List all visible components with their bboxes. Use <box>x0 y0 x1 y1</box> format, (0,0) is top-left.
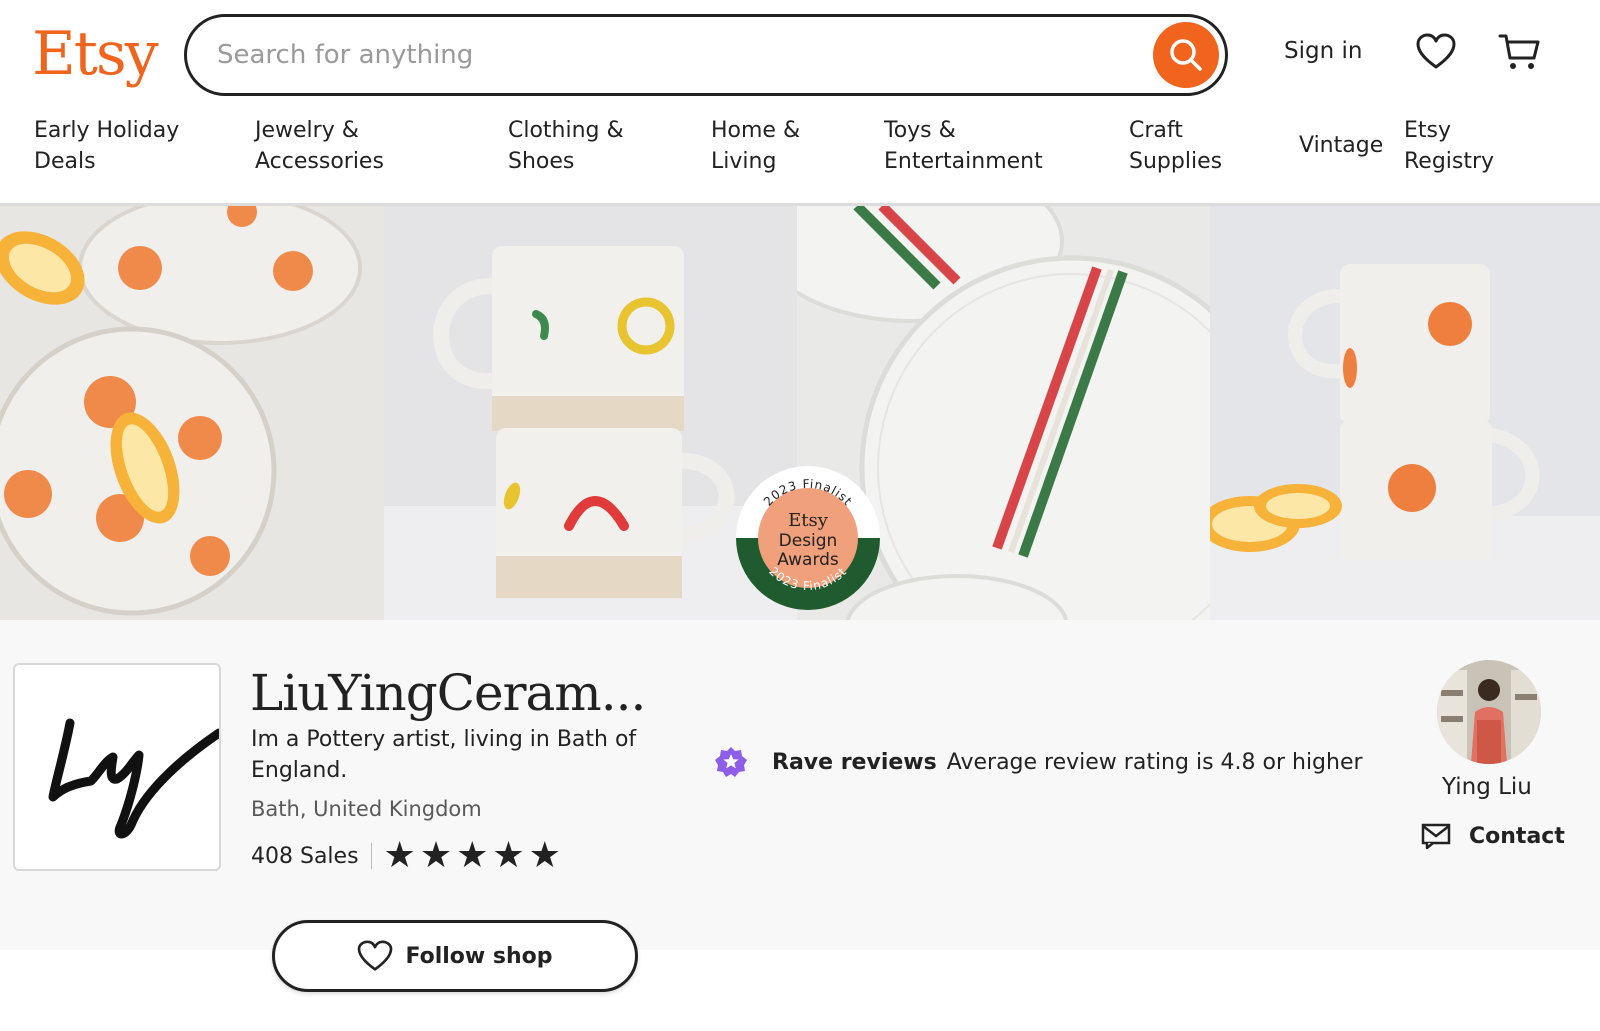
nav-label-line: Early Holiday <box>34 118 180 143</box>
banner-image-orange-mugs <box>1210 206 1600 620</box>
star-icon: ★ <box>456 835 489 876</box>
nav-label-line: Toys & <box>884 118 956 143</box>
follow-shop-label: Follow shop <box>405 943 553 969</box>
shop-logo <box>13 663 224 871</box>
nav-early-holiday-deals[interactable]: Early Holiday Deals <box>34 115 179 177</box>
nav-label-line: Accessories <box>255 149 384 174</box>
cart-icon[interactable] <box>1498 32 1542 72</box>
nav-toys-entertainment[interactable]: Toys & Entertainment <box>884 115 1043 177</box>
search-bar <box>184 14 1228 96</box>
shop-info-section: LiuYingCeram... Im a Pottery artist, liv… <box>0 620 1600 992</box>
nav-label-line: Supplies <box>1129 149 1223 174</box>
nav-label-line: Vintage <box>1299 133 1384 158</box>
heart-icon <box>358 940 393 971</box>
nav-label-line: Living <box>711 149 777 174</box>
sales-count: 408 Sales <box>251 843 359 869</box>
site-header: Etsy Sign in Early Holiday Deals Jewelry… <box>0 0 1600 206</box>
sales-rating-row: 408 Sales ★ ★ ★ ★ ★ <box>251 838 561 874</box>
sign-in-link[interactable]: Sign in <box>1284 38 1362 64</box>
nav-label-line: Jewelry & <box>255 118 359 143</box>
mail-icon <box>1421 823 1451 849</box>
nav-label-line: Entertainment <box>884 149 1043 174</box>
category-nav: Early Holiday Deals Jewelry & Accessorie… <box>0 115 1600 195</box>
search-icon <box>1170 39 1202 71</box>
rave-reviews-badge: Rave reviews Average review rating is 4.… <box>714 744 1363 780</box>
nav-vintage[interactable]: Vintage <box>1299 130 1383 161</box>
search-button[interactable] <box>1153 22 1219 88</box>
rating-stars[interactable]: ★ ★ ★ ★ ★ <box>384 838 561 874</box>
nav-jewelry-accessories[interactable]: Jewelry & Accessories <box>255 115 384 177</box>
rave-reviews-title: Rave reviews <box>772 749 937 775</box>
star-icon: ★ <box>492 835 525 876</box>
search-input[interactable] <box>217 17 1117 93</box>
banner-image-plates-oranges <box>0 206 384 620</box>
contact-label: Contact <box>1469 823 1565 849</box>
shop-signature-logo <box>48 718 224 839</box>
design-awards-badge: 2023 Finalist 2023 Finalist Etsy Design … <box>736 466 880 610</box>
nav-craft-supplies[interactable]: Craft Supplies <box>1129 115 1222 177</box>
owner-photo <box>1437 660 1541 764</box>
star-icon: ★ <box>528 835 561 876</box>
favorites-heart-icon[interactable] <box>1416 32 1456 72</box>
divider <box>370 843 372 869</box>
badge-line-3: Awards <box>777 550 839 570</box>
badge-line-1: Etsy <box>788 510 829 531</box>
contact-button[interactable]: Contact <box>1421 823 1565 849</box>
owner-avatar[interactable] <box>1437 660 1541 764</box>
nav-label-line: Registry <box>1404 149 1495 174</box>
nav-home-living[interactable]: Home & Living <box>711 115 800 177</box>
nav-label-line: Etsy <box>1404 118 1452 143</box>
nav-clothing-shoes[interactable]: Clothing & Shoes <box>508 115 624 177</box>
nav-label-line: Clothing & <box>508 118 624 143</box>
nav-label-line: Deals <box>34 149 96 174</box>
nav-label-line: Shoes <box>508 149 575 174</box>
shop-location: Bath, United Kingdom <box>251 797 482 821</box>
rave-reviews-text: Average review rating is 4.8 or higher <box>946 749 1363 775</box>
nav-label-line: Craft <box>1129 118 1183 143</box>
shop-banner: 2023 Finalist 2023 Finalist Etsy Design … <box>0 206 1600 620</box>
star-icon: ★ <box>419 835 453 876</box>
star-icon: ★ <box>383 835 416 876</box>
owner-name: Ying Liu <box>1442 774 1532 800</box>
shop-description: Im a Pottery artist, living in Bath of E… <box>251 727 637 783</box>
shop-name: LiuYingCeram... <box>250 664 646 722</box>
follow-shop-button[interactable]: Follow shop <box>272 920 638 992</box>
badge-line-2: Design <box>779 531 838 551</box>
nav-etsy-registry[interactable]: Etsy Registry <box>1404 115 1494 177</box>
star-badge-icon <box>715 747 747 777</box>
etsy-logo[interactable]: Etsy <box>32 14 159 94</box>
nav-label-line: Home & <box>711 118 801 143</box>
